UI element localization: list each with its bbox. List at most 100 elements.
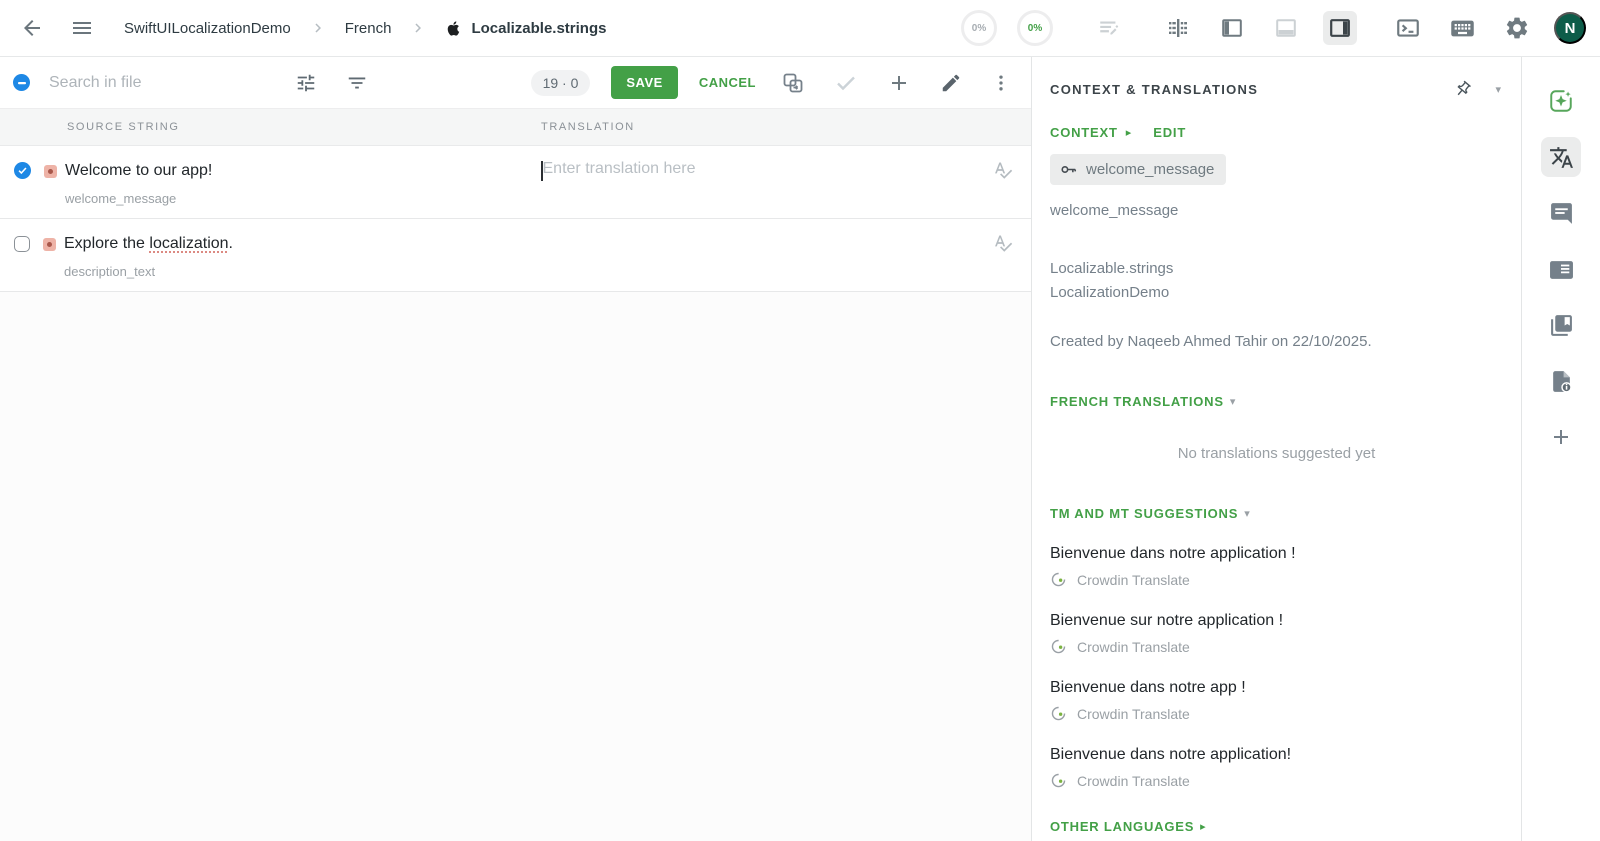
context-project-name: LocalizationDemo bbox=[1050, 284, 1170, 301]
translate-icon bbox=[1549, 145, 1574, 170]
save-button[interactable]: SAVE bbox=[611, 66, 678, 99]
chevron-right-icon: ▸ bbox=[1125, 127, 1132, 139]
editor-toolbar: 19 · 0 SAVE CANCEL bbox=[0, 57, 1031, 109]
select-all-checkbox[interactable] bbox=[13, 74, 30, 91]
approval-progress-value: 0% bbox=[1027, 22, 1043, 34]
chevron-down-icon: ▾ bbox=[1495, 83, 1501, 96]
other-languages-section-toggle[interactable]: OTHER LANGUAGES bbox=[1050, 819, 1194, 834]
chevron-down-icon: ▾ bbox=[1244, 508, 1250, 520]
row-checkbox-unchecked[interactable] bbox=[14, 236, 30, 252]
suggestion-text: Bienvenue sur notre application ! bbox=[1050, 612, 1284, 629]
filter-settings-button[interactable] bbox=[291, 68, 321, 98]
translation-input[interactable] bbox=[542, 160, 993, 178]
source-string-text: Explore the localization. bbox=[64, 235, 233, 252]
copy-source-icon bbox=[781, 71, 805, 95]
spellcheck-button[interactable] bbox=[993, 160, 1013, 180]
sliders-icon bbox=[295, 72, 317, 94]
source-string-text: Welcome to our app! bbox=[65, 162, 213, 179]
cancel-button[interactable]: CANCEL bbox=[699, 75, 756, 90]
comment-icon bbox=[1549, 201, 1574, 226]
bookmark-collection-icon bbox=[1549, 313, 1574, 338]
crowdin-translate-icon bbox=[1050, 705, 1067, 722]
add-string-button[interactable] bbox=[883, 67, 915, 99]
add-panel-button[interactable] bbox=[1541, 417, 1581, 457]
approval-progress-badge[interactable]: 0% bbox=[1017, 10, 1053, 46]
vertical-dots-icon bbox=[991, 73, 1011, 93]
gear-icon bbox=[1504, 15, 1530, 41]
context-file-name: Localizable.strings bbox=[1050, 260, 1174, 277]
crowdin-translate-icon bbox=[1050, 571, 1067, 588]
file-info-icon bbox=[1549, 369, 1574, 394]
more-options-button[interactable] bbox=[987, 69, 1015, 97]
context-section-toggle[interactable]: CONTEXT bbox=[1050, 125, 1118, 140]
left-panel-view-button[interactable] bbox=[1215, 11, 1249, 45]
tm-suggestion-item[interactable]: Bienvenue dans notre application! Crowdi… bbox=[1050, 746, 1503, 789]
breadcrumb: SwiftUILocalizationDemo French Localizab… bbox=[124, 19, 606, 37]
bottom-panel-view-button[interactable] bbox=[1269, 11, 1303, 45]
translation-column-header: TRANSLATION bbox=[541, 121, 635, 133]
context-tab-button[interactable] bbox=[1541, 249, 1581, 289]
translations-tab-button[interactable] bbox=[1541, 137, 1581, 177]
multiple-edit-button[interactable] bbox=[1093, 11, 1127, 45]
breadcrumb-project[interactable]: SwiftUILocalizationDemo bbox=[124, 20, 291, 37]
ai-sparkle-icon bbox=[1548, 88, 1574, 114]
settings-button[interactable] bbox=[1500, 11, 1534, 45]
untranslated-status-icon bbox=[44, 165, 57, 178]
ai-assistant-button[interactable] bbox=[1541, 81, 1581, 121]
suggestion-text: Bienvenue dans notre application! bbox=[1050, 746, 1292, 763]
spellcheck-button[interactable] bbox=[993, 233, 1013, 253]
file-info-tab-button[interactable] bbox=[1541, 361, 1581, 401]
chevron-right-icon bbox=[409, 19, 427, 37]
suggestion-text: Bienvenue dans notre app ! bbox=[1050, 679, 1246, 696]
tm-suggestion-item[interactable]: Bienvenue dans notre app ! Crowdin Trans… bbox=[1050, 679, 1503, 722]
translation-progress-badge[interactable]: 0% bbox=[961, 10, 997, 46]
search-input[interactable] bbox=[49, 73, 267, 92]
breadcrumb-file-label: Localizable.strings bbox=[471, 19, 607, 37]
shortcuts-button[interactable] bbox=[1445, 11, 1480, 46]
side-by-side-view-button[interactable] bbox=[1161, 11, 1195, 45]
comments-tab-button[interactable] bbox=[1541, 193, 1581, 233]
reader-icon bbox=[1549, 257, 1574, 282]
panel-collapse-button[interactable]: ▾ bbox=[1489, 83, 1501, 96]
string-counter-value: 19 · 0 bbox=[542, 74, 579, 91]
copy-source-button[interactable] bbox=[777, 67, 809, 99]
right-toolbar bbox=[1521, 57, 1600, 841]
suggestion-source: Crowdin Translate bbox=[1077, 571, 1190, 588]
right-panel-view-icon bbox=[1328, 16, 1352, 40]
key-icon bbox=[1059, 160, 1078, 179]
indeterminate-minus-icon bbox=[17, 78, 27, 88]
editor-panel: 19 · 0 SAVE CANCEL bbox=[0, 57, 1031, 841]
back-button[interactable] bbox=[16, 12, 48, 44]
edit-string-button[interactable] bbox=[936, 68, 966, 98]
tm-suggestion-item[interactable]: Bienvenue dans notre application ! Crowd… bbox=[1050, 545, 1503, 588]
breadcrumb-language[interactable]: French bbox=[345, 20, 392, 37]
spellcheck-icon bbox=[993, 160, 1013, 180]
filter-button[interactable] bbox=[342, 68, 372, 98]
string-key-chip[interactable]: welcome_message bbox=[1050, 154, 1227, 185]
suggestion-source: Crowdin Translate bbox=[1077, 638, 1190, 655]
tm-suggestion-item[interactable]: Bienvenue sur notre application ! Crowdi… bbox=[1050, 612, 1503, 655]
table-row[interactable]: Explore the localization. description_te… bbox=[0, 219, 1031, 292]
french-translations-section-toggle[interactable]: FRENCH TRANSLATIONS bbox=[1050, 394, 1224, 409]
keyboard-icon bbox=[1449, 15, 1476, 42]
bottom-panel-view-icon bbox=[1274, 16, 1298, 40]
edit-context-button[interactable]: EDIT bbox=[1153, 125, 1186, 140]
row-checkbox-checked[interactable] bbox=[14, 162, 31, 179]
right-panel-view-button[interactable] bbox=[1323, 11, 1357, 45]
table-row[interactable]: Welcome to our app! welcome_message bbox=[0, 146, 1031, 219]
panel-title: CONTEXT & TRANSLATIONS bbox=[1050, 81, 1259, 97]
apple-icon bbox=[445, 20, 462, 37]
pin-panel-button[interactable] bbox=[1453, 79, 1473, 99]
avatar-initial: N bbox=[1564, 19, 1576, 37]
glossary-tab-button[interactable] bbox=[1541, 305, 1581, 345]
chevron-down-icon: ▾ bbox=[1229, 396, 1236, 408]
check-icon bbox=[17, 165, 28, 176]
tm-mt-suggestions-section-toggle[interactable]: TM AND MT SUGGESTIONS bbox=[1050, 506, 1238, 521]
console-button[interactable] bbox=[1391, 11, 1425, 45]
main-menu-button[interactable] bbox=[66, 12, 98, 44]
crowdin-translate-icon bbox=[1050, 772, 1067, 789]
table-header: SOURCE STRING TRANSLATION bbox=[0, 109, 1031, 146]
user-avatar[interactable]: N bbox=[1554, 12, 1586, 44]
approve-button[interactable] bbox=[830, 67, 862, 99]
breadcrumb-file[interactable]: Localizable.strings bbox=[445, 20, 606, 37]
